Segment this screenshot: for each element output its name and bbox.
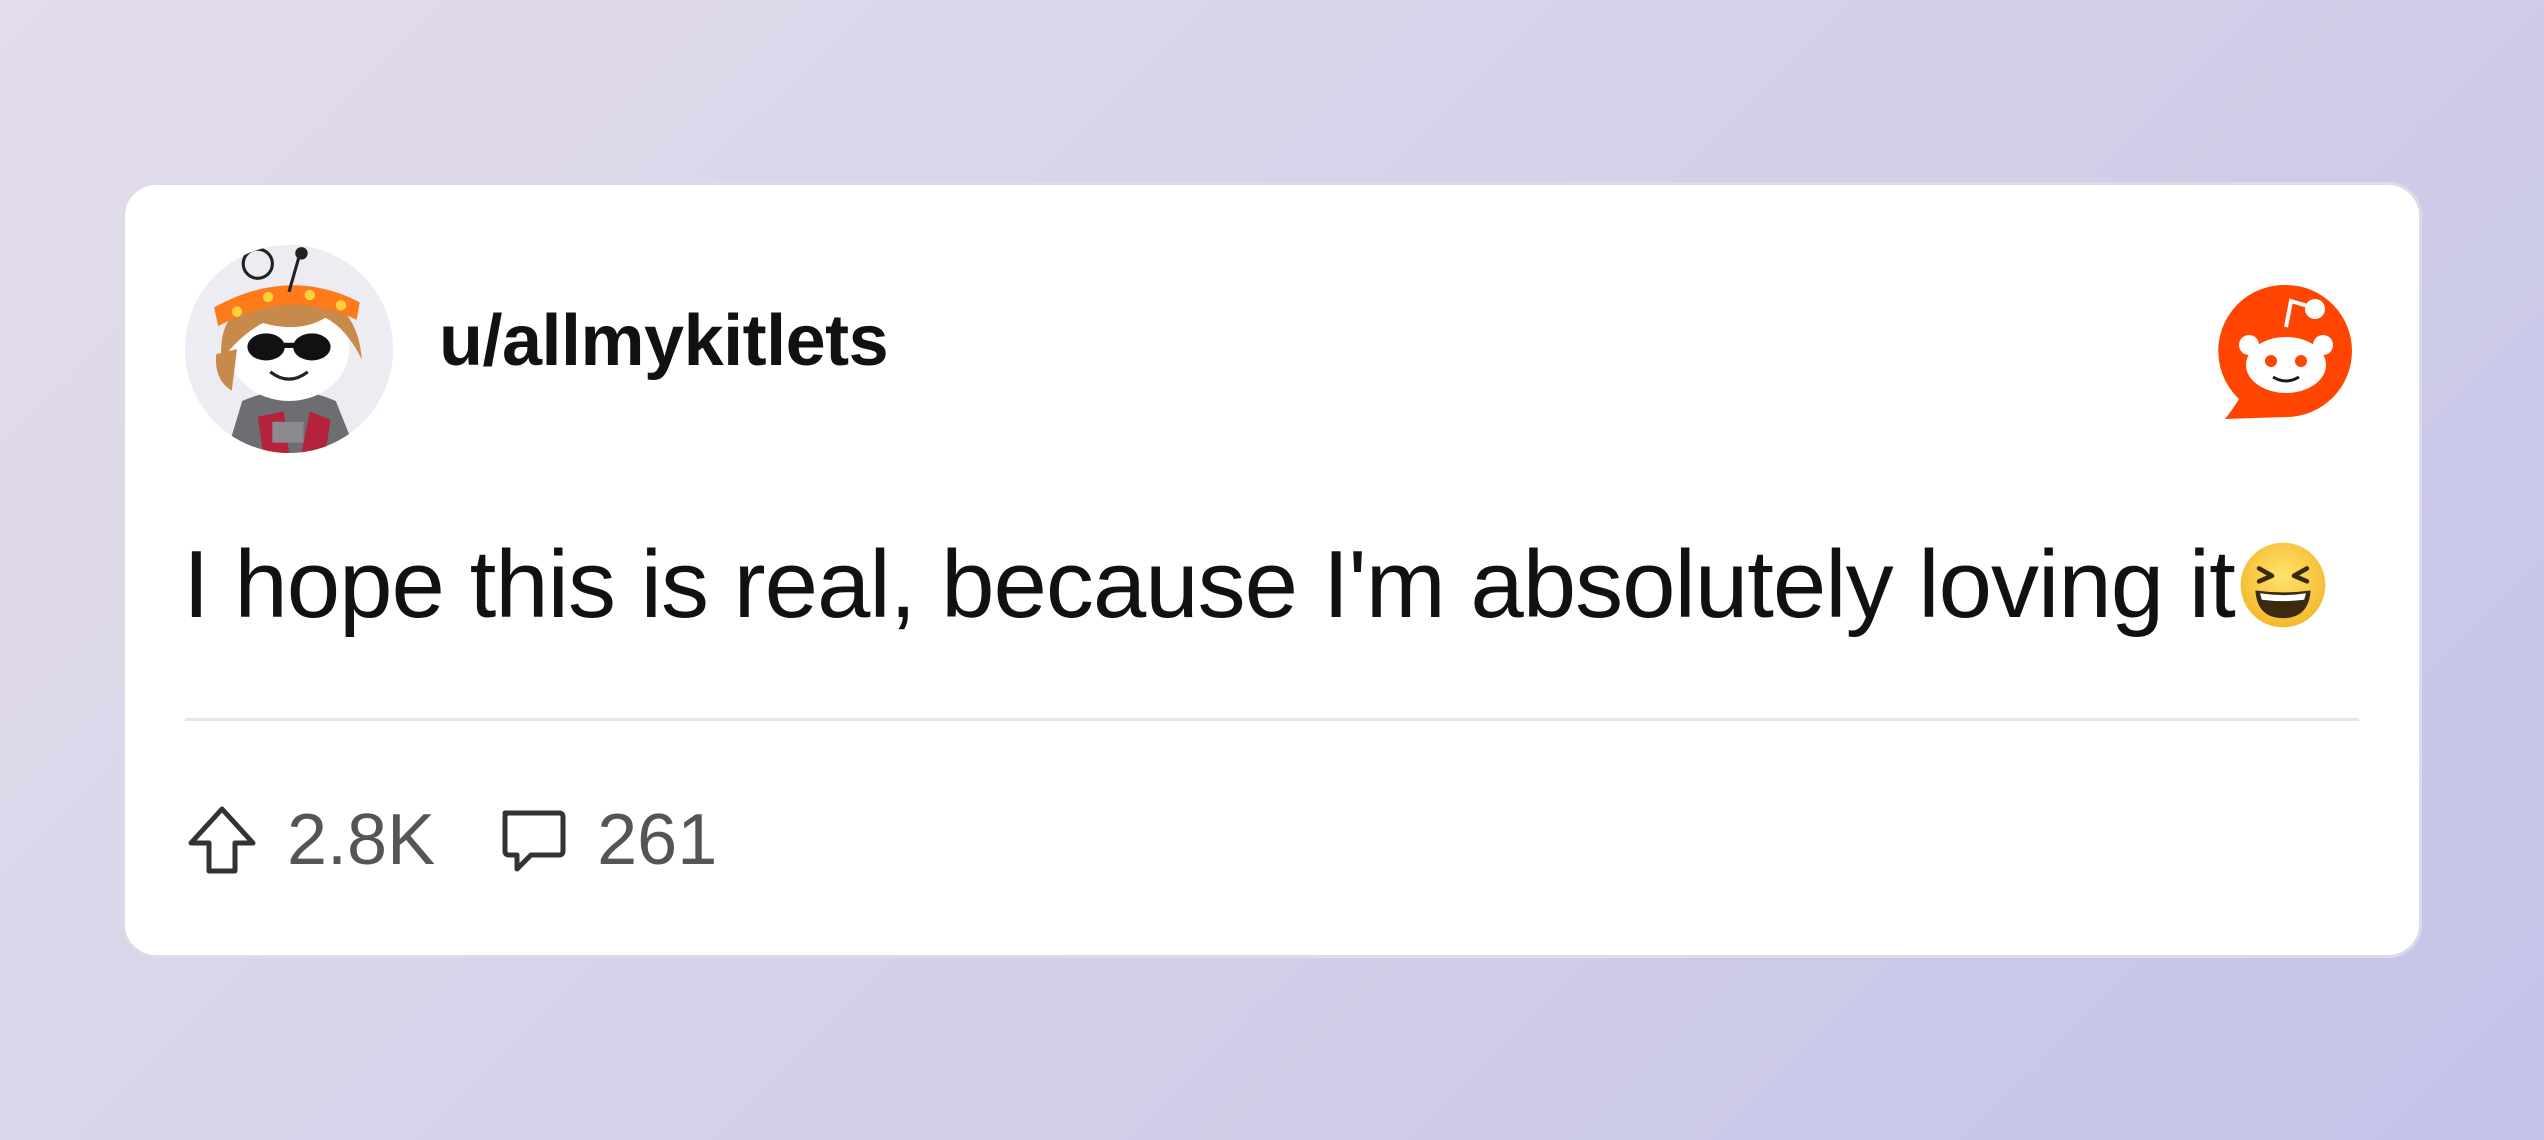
- grinning-squinting-face-emoji-icon: [2237, 539, 2329, 631]
- post-stats: 2.8K 261: [185, 795, 717, 885]
- comment-count: 261: [597, 800, 718, 880]
- reddit-logo-icon[interactable]: [2211, 277, 2361, 427]
- post-body: I hope this is real, because I'm absolut…: [183, 537, 2329, 633]
- post-text: I hope this is real, because I'm absolut…: [183, 531, 2236, 638]
- user-avatar[interactable]: [185, 245, 393, 453]
- upvote-count: 2.8K: [287, 800, 436, 880]
- post-username[interactable]: u/allmykitlets: [439, 305, 889, 377]
- divider: [185, 718, 2359, 721]
- comment-bubble-icon[interactable]: [495, 803, 569, 877]
- snoo-avatar-icon: [185, 245, 393, 453]
- upvote-arrow-icon[interactable]: [185, 803, 259, 877]
- post-card[interactable]: u/allmykitlets I hope this is real, beca…: [122, 182, 2422, 958]
